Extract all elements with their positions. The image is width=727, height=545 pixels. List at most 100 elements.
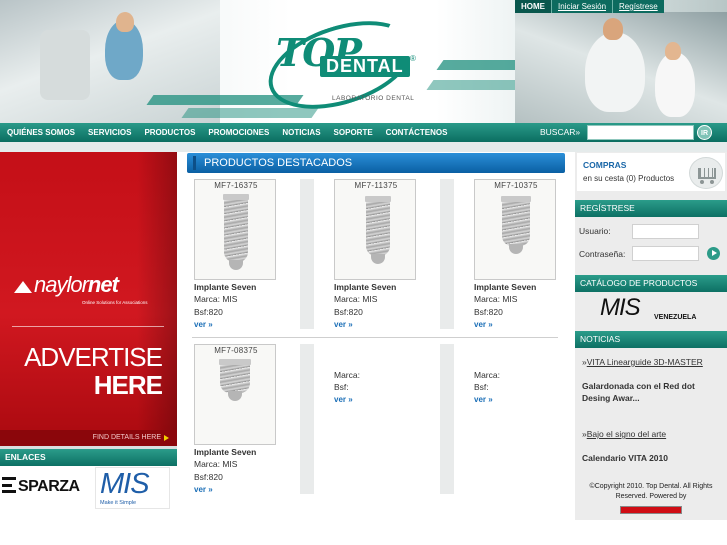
mis-logo-slogan: Make it Simple [100, 500, 137, 506]
arrow-right-icon [164, 435, 169, 441]
product-image[interactable]: MF7-11375 [334, 179, 416, 280]
login-submit-icon[interactable] [707, 247, 720, 260]
mis-logo-text: MIS [100, 468, 150, 500]
product-view-link[interactable]: ver » [334, 395, 353, 404]
product-image[interactable]: MF7-10375 [474, 179, 556, 280]
esparza-e-icon [2, 477, 16, 493]
sub-band [0, 142, 727, 152]
copyright: ©Copyright 2010. Top Dental. All Rights … [589, 483, 713, 500]
product-view-link[interactable]: ver » [474, 395, 493, 404]
search-label: BUSCAR» [540, 127, 581, 137]
product-code: MF7-08375 [214, 346, 258, 355]
register-header: REGÍSTRESE [575, 200, 727, 217]
esparza-logo-link[interactable]: SPARZA [2, 477, 80, 496]
news-link-text: VITA Linearguide 3D-MASTER [586, 357, 703, 367]
top-dental-logo[interactable]: TOP DENTAL ® LABORATORIO DENTAL [257, 4, 425, 123]
product-price: Bsf: [334, 382, 349, 392]
powered-by-logo[interactable] [620, 506, 682, 514]
mis-venezuela-brand: MIS [600, 294, 641, 321]
assistant-figure [655, 52, 695, 117]
esparza-text: SPARZA [18, 478, 80, 495]
naylor-logo: naylornet [34, 272, 119, 298]
technician-head [603, 18, 623, 40]
implant-image [501, 196, 531, 256]
nav-servicios[interactable]: SERVICIOS [88, 128, 131, 137]
cart-box[interactable]: COMPRAS en su cesta (0) Productos [577, 153, 725, 191]
product-row-divider [192, 337, 558, 338]
assistant-head [665, 42, 681, 60]
product-code: MF7-11375 [354, 181, 398, 190]
logo-subtitle: LABORATORIO DENTAL [332, 95, 415, 102]
implant-image [223, 194, 249, 274]
product-price: Bsf:820 [474, 307, 503, 317]
nav-productos[interactable]: PRODUCTOS [144, 128, 195, 137]
implant-image [365, 196, 391, 266]
login-link[interactable]: Iniciar Sesión [551, 0, 612, 13]
nav-noticias[interactable]: NOTICIAS [282, 128, 320, 137]
home-link[interactable]: HOME [515, 0, 551, 13]
search-input[interactable] [587, 125, 694, 140]
product-view-link[interactable]: ver » [194, 485, 213, 494]
product-name: Implante Seven [334, 282, 397, 292]
product-brand: Marca: MIS [334, 294, 378, 304]
product-code: MF7-16375 [214, 181, 258, 190]
banner-here: HERE [93, 370, 163, 400]
featured-products-header: PRODUCTOS DESTACADOS [187, 153, 565, 173]
product-code: MF7-10375 [494, 181, 538, 190]
nav-contactenos[interactable]: CONTÁCTENOS [386, 128, 448, 137]
product-brand: Marca: MIS [194, 459, 238, 469]
catalog-header: CATÁLOGO DE PRODUCTOS [575, 275, 727, 292]
password-label: Contraseña: [579, 249, 626, 259]
product-brand: Marca: MIS [194, 294, 238, 304]
product-price: Bsf:820 [194, 307, 223, 317]
news-header: NOTICIAS [575, 331, 727, 348]
nav-quienes-somos[interactable]: QUIÉNES SOMOS [7, 128, 75, 137]
naylor-triangle-icon [14, 281, 32, 293]
cart-title: COMPRAS [583, 160, 627, 170]
header-photo-right [515, 12, 727, 123]
product-view-link[interactable]: ver » [334, 320, 353, 329]
banner-cta-label: FIND DETAILS HERE [92, 434, 161, 441]
product-image[interactable]: MF7-08375 [194, 344, 276, 445]
banner-find-details[interactable]: FIND DETAILS HERE [0, 430, 177, 446]
mis-logo-link[interactable]: MIS Make it Simple [95, 467, 170, 509]
product-name: Implante Seven [194, 447, 257, 457]
banner-advertise: ADVERTISE [24, 342, 163, 372]
logo-dental: DENTAL [320, 56, 410, 77]
naylor-suffix: net [87, 272, 119, 297]
column-separator [440, 344, 454, 494]
register-link[interactable]: Regístrese [612, 0, 664, 13]
shopping-cart-icon[interactable] [689, 157, 723, 189]
nav-promociones[interactable]: PROMOCIONES [208, 128, 269, 137]
naylor-prefix: naylor [34, 272, 89, 297]
search-button[interactable]: IR [697, 125, 712, 140]
product-price: Bsf: [474, 382, 489, 392]
news-summary: Calendario VITA 2010 [582, 453, 668, 463]
banner-shade [137, 152, 177, 446]
username-input[interactable] [632, 224, 699, 239]
product-image[interactable]: MF7-16375 [194, 179, 276, 280]
password-input[interactable] [632, 246, 699, 261]
dental-chair [40, 30, 90, 100]
news-link[interactable]: »Bajo el signo del arte [582, 429, 666, 439]
mis-venezuela-logo[interactable]: MIS VENEZUELA [600, 294, 710, 324]
product-view-link[interactable]: ver » [194, 320, 213, 329]
product-view-link[interactable]: ver » [474, 320, 493, 329]
product-brand: Marca: MIS [474, 294, 518, 304]
banner-divider [12, 326, 164, 327]
product-name: Implante Seven [194, 282, 257, 292]
nurse-head [116, 12, 134, 32]
news-link[interactable]: »VITA Linearguide 3D-MASTER [582, 357, 703, 367]
advertise-banner[interactable]: naylornet Online Solutions for Associati… [0, 152, 177, 446]
username-label: Usuario: [579, 226, 611, 236]
product-brand: Marca: [334, 370, 360, 380]
product-price: Bsf:820 [334, 307, 363, 317]
logo-registered: ® [410, 54, 416, 63]
product-price: Bsf:820 [194, 472, 223, 482]
nav-soporte[interactable]: SOPORTE [334, 128, 373, 137]
news-summary: Galardonada con el Red dot Desing Awar..… [582, 381, 695, 403]
header: TOP DENTAL ® LABORATORIO DENTAL [0, 0, 727, 123]
news-link-text: Bajo el signo del arte [586, 429, 667, 439]
product-name: Implante Seven [474, 282, 537, 292]
implant-image [219, 359, 251, 403]
